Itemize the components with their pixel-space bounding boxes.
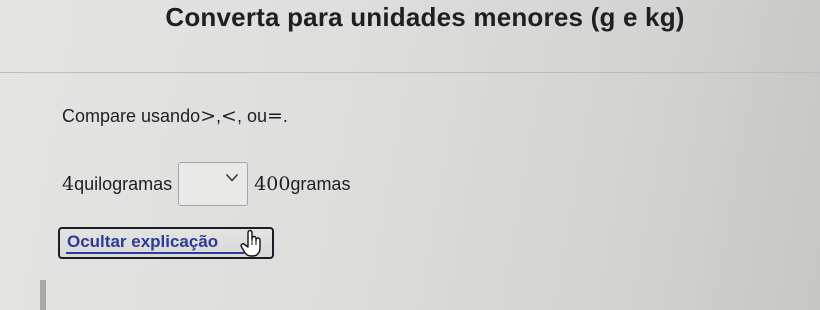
greater-than-symbol: > (200, 105, 217, 127)
comparison-problem: 4 quilogramas 400 gramas (62, 162, 350, 206)
hide-explanation-label: Ocultar explicação (67, 232, 219, 251)
right-quantity-value: 400 (254, 173, 291, 195)
hand-pointer-icon (240, 229, 261, 257)
right-quantity-unit: gramas (290, 173, 351, 194)
divider (0, 72, 820, 73)
scroll-edge-marker (40, 280, 46, 310)
exercise-title: Converta para unidades menores (g e kg) (165, 2, 685, 32)
left-quantity-value: 4 (62, 173, 75, 195)
chevron-down-icon (226, 174, 238, 182)
link-underline (66, 252, 244, 254)
instruction-text: Compare usando > , < , ou = . (62, 105, 288, 127)
left-quantity-unit: quilogramas (74, 173, 173, 194)
instruction-end: . (282, 106, 288, 126)
instruction-prefix: Compare usando (62, 106, 201, 126)
less-than-symbol: < (221, 105, 237, 127)
equals-symbol: = (266, 105, 283, 127)
comparison-dropdown[interactable] (178, 162, 249, 206)
instruction-separator: , ou (236, 106, 267, 126)
